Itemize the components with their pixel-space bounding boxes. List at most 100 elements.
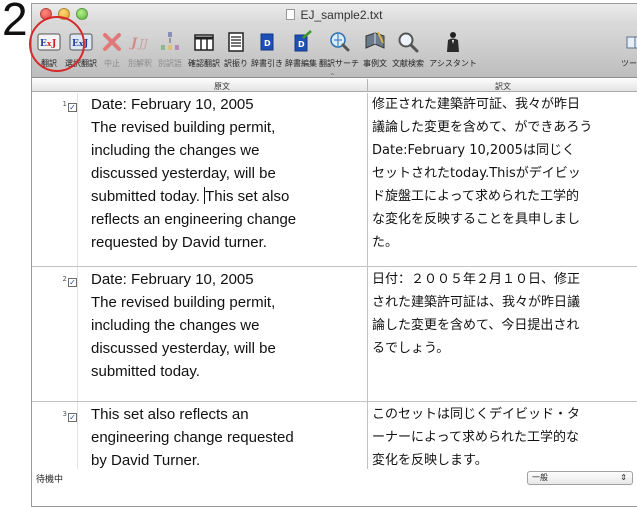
status-text: 待機中 bbox=[36, 475, 64, 485]
column-target-header[interactable]: 訳文 bbox=[368, 81, 637, 92]
translation-mode-value: 一般 bbox=[532, 473, 548, 482]
toolbar: E x J 翻訳 E x J 選択翻訳 中止 J JJ 別解釈 別訳語 確認翻訳… bbox=[32, 26, 637, 80]
toolbar-example-sentence-label: 事例文 bbox=[363, 59, 387, 68]
window-title: EJ_sample2.txt bbox=[32, 8, 637, 22]
translation-mode-select[interactable]: 一般 ⇕ bbox=[527, 471, 633, 485]
column-header: 原文 訳文 bbox=[32, 79, 637, 92]
toolbar-alternate-word-label: 別訳語 bbox=[158, 59, 182, 68]
toolbar-assistant-label: アシスタント bbox=[429, 59, 477, 68]
toolbar-translation-search-label: 翻訳サーチ bbox=[319, 59, 359, 68]
source-line: reflects an engineering change bbox=[91, 211, 297, 228]
target-line: セットされたtoday.Thisがデイビッ bbox=[372, 166, 581, 181]
row-number-cell: 2 ✓ bbox=[32, 270, 77, 289]
row-checkbox[interactable]: ✓ bbox=[68, 413, 77, 422]
confirm-translation-icon bbox=[194, 34, 214, 51]
target-line: された建築許可証は、我々が昨日議 bbox=[372, 295, 581, 310]
target-line: Date:February 10,2005は同じく bbox=[372, 143, 575, 158]
row-number: 2 bbox=[62, 275, 67, 283]
target-line: た。 bbox=[372, 235, 399, 250]
translation-search-icon bbox=[330, 32, 350, 52]
row-checkbox[interactable]: ✓ bbox=[68, 103, 77, 112]
svg-text:D: D bbox=[298, 40, 305, 49]
target-text-cell[interactable]: 修正された建築許可証、我々が昨日 議論した変更を含めて、ができあろう Date:… bbox=[372, 93, 637, 254]
source-line: This set also reflects an bbox=[91, 406, 249, 423]
target-line: 日付：２００５年２月１０日、修正 bbox=[372, 272, 581, 287]
source-line: discussed yesterday, will be bbox=[91, 340, 276, 357]
toolbar-literature-search-button[interactable]: 文献検索 bbox=[391, 30, 425, 69]
source-line: The revised building permit, bbox=[91, 119, 276, 136]
toolbar-dictionary-lookup-label: 辞書引き bbox=[251, 59, 283, 68]
target-line: な変化を反映することを具申しまし bbox=[372, 212, 581, 227]
assistant-icon bbox=[447, 32, 459, 52]
toolbar-interlinear-label: 訳振り bbox=[224, 59, 248, 68]
stop-icon bbox=[103, 33, 121, 51]
toolbar-literature-search-label: 文献検索 bbox=[392, 59, 424, 68]
dictionary-edit-icon: D bbox=[294, 30, 312, 52]
source-line: submitted today. bbox=[91, 363, 200, 380]
target-text-cell[interactable]: 日付：２００５年２月１０日、修正 された建築許可証は、我々が昨日議 論した変更を… bbox=[372, 268, 637, 360]
toolbar-interlinear-button[interactable]: 訳振り bbox=[223, 30, 249, 69]
toolbar-translation-search-button[interactable]: 翻訳サーチ bbox=[319, 30, 359, 69]
toolbar-stop-label: 中止 bbox=[104, 59, 120, 68]
source-line: discussed yesterday, will be bbox=[91, 165, 276, 182]
svg-text:J: J bbox=[128, 36, 138, 51]
row-checkbox[interactable]: ✓ bbox=[68, 278, 77, 287]
toolbar-dictionary-lookup-button[interactable]: D 辞書引き bbox=[251, 30, 283, 69]
toolbar-alternate-interpretation-button[interactable]: J JJ 別解釈 bbox=[126, 30, 154, 69]
toolbar-confirm-translation-label: 確認翻訳 bbox=[188, 59, 220, 68]
source-line-tail: This set also bbox=[205, 188, 290, 205]
source-line: submitted today. This set also bbox=[91, 185, 367, 208]
sentence-row-1[interactable]: 1 ✓ Date: February 10, 2005 The revised b… bbox=[32, 93, 637, 267]
highlight-circle bbox=[29, 16, 85, 72]
alternate-interpretation-icon: J JJ bbox=[128, 36, 148, 51]
svg-text:D: D bbox=[264, 39, 271, 48]
alternate-word-icon bbox=[161, 32, 179, 50]
step-number: 2 bbox=[2, 0, 28, 45]
app-window: EJ_sample2.txt E x J 翻訳 E x J 選択翻訳 中止 J … bbox=[31, 3, 637, 507]
source-line: requested by David turner. bbox=[91, 234, 267, 251]
row-number: 3 bbox=[62, 410, 67, 418]
document-icon bbox=[286, 9, 296, 20]
source-line: The revised building permit, bbox=[91, 294, 276, 311]
source-line: including the changes we bbox=[91, 142, 260, 159]
sentence-row-3[interactable]: 3 ✓ This set also reflects an engineering… bbox=[32, 403, 637, 476]
target-line: 修正された建築許可証、我々が昨日 bbox=[372, 97, 581, 112]
status-bar: 待機中 一般 ⇕ bbox=[32, 469, 637, 506]
example-sentence-icon bbox=[365, 31, 385, 49]
select-arrows-icon: ⇕ bbox=[620, 473, 627, 482]
sentence-row-2[interactable]: 2 ✓ Date: February 10, 2005 The revised b… bbox=[32, 268, 637, 402]
source-line: Date: February 10, 2005 bbox=[91, 271, 254, 288]
target-line: ド旋盤工によって求められた工学的 bbox=[372, 189, 579, 204]
row-number-cell: 3 ✓ bbox=[32, 405, 77, 424]
target-line: 論した変更を含めて、今日提出され bbox=[372, 318, 580, 333]
tools-icon bbox=[626, 36, 637, 49]
source-text-cell[interactable]: Date: February 10, 2005 The revised buil… bbox=[91, 93, 367, 254]
row-number: 1 bbox=[62, 100, 67, 108]
toolbar-alternate-word-button[interactable]: 別訳語 bbox=[156, 30, 184, 69]
source-line: engineering change requested bbox=[91, 429, 294, 446]
source-text-cell[interactable]: Date: February 10, 2005 The revised buil… bbox=[91, 268, 367, 383]
target-line: 議論した変更を含めて、ができあろう bbox=[372, 120, 593, 135]
row-number-cell: 1 ✓ bbox=[32, 95, 77, 114]
svg-text:JJ: JJ bbox=[137, 37, 148, 50]
toolbar-tools-label: ツール bbox=[621, 59, 637, 68]
title-bar: EJ_sample2.txt bbox=[32, 4, 637, 26]
toolbar-dictionary-edit-label: 辞書編集 bbox=[285, 59, 317, 68]
window-title-text: EJ_sample2.txt bbox=[300, 8, 383, 22]
target-line: るでしょう。 bbox=[372, 341, 450, 356]
toolbar-example-sentence-button[interactable]: 事例文 bbox=[361, 30, 389, 69]
toolbar-tools-button[interactable]: ツール bbox=[618, 30, 637, 69]
toolbar-assistant-button[interactable]: アシスタント bbox=[429, 30, 477, 69]
interlinear-icon bbox=[228, 32, 244, 52]
source-line: Date: February 10, 2005 bbox=[91, 96, 254, 113]
toolbar-confirm-translation-button[interactable]: 確認翻訳 bbox=[187, 30, 221, 69]
target-line: ーナーによって求められた工学的な bbox=[372, 430, 579, 445]
toolbar-stop-button[interactable]: 中止 bbox=[100, 30, 124, 69]
dictionary-lookup-icon: D bbox=[260, 33, 274, 51]
toolbar-alternate-interpretation-label: 別解釈 bbox=[128, 59, 152, 68]
toolbar-dictionary-edit-button[interactable]: D 辞書編集 bbox=[285, 30, 317, 69]
source-line-head: submitted today. bbox=[91, 188, 205, 205]
target-text-cell[interactable]: このセットは同じくデイビッド・タ ーナーによって求められた工学的な 変化を反映し… bbox=[372, 403, 637, 472]
column-source-header[interactable]: 原文 bbox=[77, 81, 367, 92]
source-text-cell[interactable]: This set also reflects an engineering ch… bbox=[91, 403, 367, 472]
